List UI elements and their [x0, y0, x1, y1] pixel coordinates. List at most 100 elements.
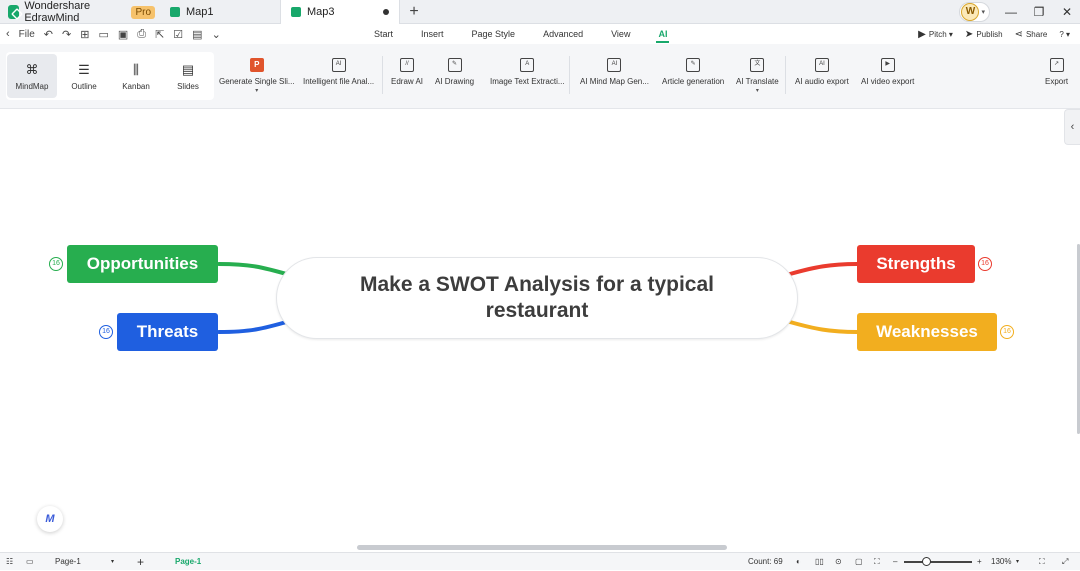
view-kanban-button[interactable]: ⫼ Kanban [111, 54, 161, 98]
page-view-icon[interactable]: ▭ [26, 553, 34, 571]
pitch-button[interactable]: ▶ Pitch ▾ [918, 29, 953, 40]
tab-start[interactable]: Start [374, 24, 393, 44]
ribbon-divider [785, 56, 786, 94]
image-text-extraction-button[interactable]: A Image Text Extracti... [490, 58, 565, 86]
strengths-count-badge[interactable]: 16 [978, 257, 992, 271]
checkbox-icon[interactable]: ☑ [173, 28, 183, 41]
restore-icon[interactable]: ❐ [1032, 5, 1046, 19]
export-button[interactable]: ↗ Export [1045, 58, 1068, 86]
zoom-level[interactable]: 130% [991, 553, 1011, 571]
topic-strengths[interactable]: Strengths [857, 245, 975, 283]
fullscreen-icon[interactable]: ⛶ [1039, 553, 1045, 571]
opportunities-count-badge[interactable]: 16 [49, 257, 63, 271]
outline-icon: ☰ [78, 61, 90, 77]
topic-opportunities[interactable]: Opportunities [67, 245, 218, 283]
tab-map1-label: Map1 [186, 6, 214, 18]
print-icon[interactable]: ⎙ [137, 28, 146, 41]
tab-page-style[interactable]: Page Style [472, 24, 516, 44]
opportunities-connector [217, 262, 292, 277]
send-icon: ➤ [964, 28, 974, 40]
share-button[interactable]: ⋖ Share [1015, 29, 1048, 40]
strengths-connector [788, 262, 859, 276]
view-outline-button[interactable]: ☰ Outline [59, 54, 109, 98]
tab-view[interactable]: View [611, 24, 630, 44]
page-select[interactable]: Page-1 [55, 553, 81, 571]
edraw-ai-assistant-button[interactable]: M [37, 506, 63, 532]
kanban-icon: ⫼ [133, 61, 139, 77]
more-chevron-icon[interactable]: ⌄ [212, 28, 221, 41]
file-menu[interactable]: File [19, 29, 35, 40]
ribbon-divider [382, 56, 383, 94]
central-topic[interactable]: Make a SWOT Analysis for a typical resta… [276, 257, 798, 339]
undo-icon[interactable]: ↶ [44, 28, 53, 41]
play-icon: ▶ [918, 28, 926, 40]
page-tab-active[interactable]: Page-1 [175, 553, 201, 571]
weaknesses-connector [788, 320, 859, 334]
chevron-down-icon[interactable]: ▾ [111, 553, 114, 571]
ai-mind-map-generation-button[interactable]: AI AI Mind Map Gen... [580, 58, 649, 86]
fit-page-icon[interactable]: ▢ [855, 553, 863, 571]
ribbon: ⌘ MindMap ☰ Outline ⫼ Kanban ▤ Slides P … [0, 44, 1080, 109]
close-icon[interactable]: ✕ [1060, 5, 1074, 19]
template-icon[interactable]: ▤ [192, 28, 202, 41]
avatar: W [961, 3, 980, 21]
tab-map3[interactable]: Map3 [280, 0, 400, 24]
unsaved-dot-icon[interactable] [383, 9, 389, 15]
add-page-button[interactable]: + [137, 553, 144, 571]
tab-advanced[interactable]: Advanced [543, 24, 583, 44]
text-extract-icon: A [520, 58, 535, 72]
ai-video-export-button[interactable]: ▶ AI video export [861, 58, 914, 86]
save-icon[interactable]: ▣ [118, 28, 128, 41]
generate-single-slide-button[interactable]: P Generate Single Sli... ▾ [219, 58, 295, 94]
publish-button[interactable]: ➤ Publish [965, 29, 1003, 40]
zoom-slider-thumb[interactable] [922, 557, 931, 566]
export-icon: ↗ [1049, 58, 1064, 72]
help-button[interactable]: ? ▾ [1059, 30, 1070, 39]
intelligent-file-analysis-button[interactable]: AI Intelligent file Anal... [303, 58, 374, 86]
export-quick-icon[interactable]: ⇱ [155, 28, 164, 41]
view-switcher: ⌘ MindMap ☰ Outline ⫼ Kanban ▤ Slides [6, 52, 214, 100]
article-icon: ✎ [686, 58, 701, 72]
zoom-out-icon[interactable]: – [893, 553, 897, 571]
threats-count-badge[interactable]: 16 [99, 325, 113, 339]
theme-icon[interactable]: ◐ [796, 553, 801, 571]
chevron-down-icon[interactable]: ▾ [1016, 553, 1019, 571]
article-generation-button[interactable]: ✎ Article generation [662, 58, 724, 86]
play-slideshow-icon[interactable]: ⊙ [835, 553, 842, 571]
page-list-icon[interactable]: ☷ [6, 553, 13, 571]
redo-icon[interactable]: ↷ [62, 28, 71, 41]
view-mindmap-button[interactable]: ⌘ MindMap [7, 54, 57, 98]
menu-bar: ‹ File ↶ ↷ ⊞ ▭ ▣ ⎙ ⇱ ☑ ▤ ⌄ Start Insert … [0, 24, 1080, 44]
fullscreen-fit-icon[interactable]: ⛶ [874, 553, 880, 571]
zoom-slider-track[interactable] [904, 561, 972, 563]
audio-export-icon: AI [814, 58, 829, 72]
ai-audio-export-button[interactable]: AI AI audio export [795, 58, 849, 86]
account-menu[interactable]: W ▾ [959, 2, 990, 22]
book-view-icon[interactable]: ▯▯ [815, 553, 824, 571]
view-slides-button[interactable]: ▤ Slides [163, 54, 213, 98]
back-icon[interactable]: ‹ [6, 28, 10, 40]
ai-drawing-button[interactable]: ✎ AI Drawing [435, 58, 474, 86]
tab-map1[interactable]: Map1 [160, 0, 280, 24]
tab-insert[interactable]: Insert [421, 24, 444, 44]
pro-badge[interactable]: Pro [131, 5, 155, 19]
new-file-icon[interactable]: ⊞ [80, 28, 89, 41]
app-tab[interactable]: Wondershare EdrawMind Pro [0, 0, 155, 24]
edraw-ai-button[interactable]: // Edraw AI [391, 58, 423, 86]
tab-ai[interactable]: AI [656, 24, 670, 44]
add-tab-button[interactable]: + [404, 2, 424, 22]
weaknesses-count-badge[interactable]: 16 [1000, 325, 1014, 339]
ppt-icon: P [249, 58, 264, 72]
ai-mindmap-icon: AI [607, 58, 622, 72]
open-folder-icon[interactable]: ▭ [98, 28, 108, 41]
ai-translate-button[interactable]: 文 AI Translate ▾ [736, 58, 779, 94]
count-label: Count: 69 [748, 557, 783, 566]
zoom-in-icon[interactable]: + [977, 553, 982, 571]
topic-threats[interactable]: Threats [117, 313, 218, 351]
mindmap-icon: ⌘ [25, 61, 39, 77]
expand-icon[interactable]: ⤢ [1062, 553, 1068, 571]
mindmap-canvas[interactable]: ‹ Make a SWOT Analysis for a typical res… [0, 109, 1080, 552]
mindmap-file-icon [170, 7, 180, 17]
topic-weaknesses[interactable]: Weaknesses [857, 313, 997, 351]
minimize-icon[interactable]: — [1004, 5, 1018, 19]
